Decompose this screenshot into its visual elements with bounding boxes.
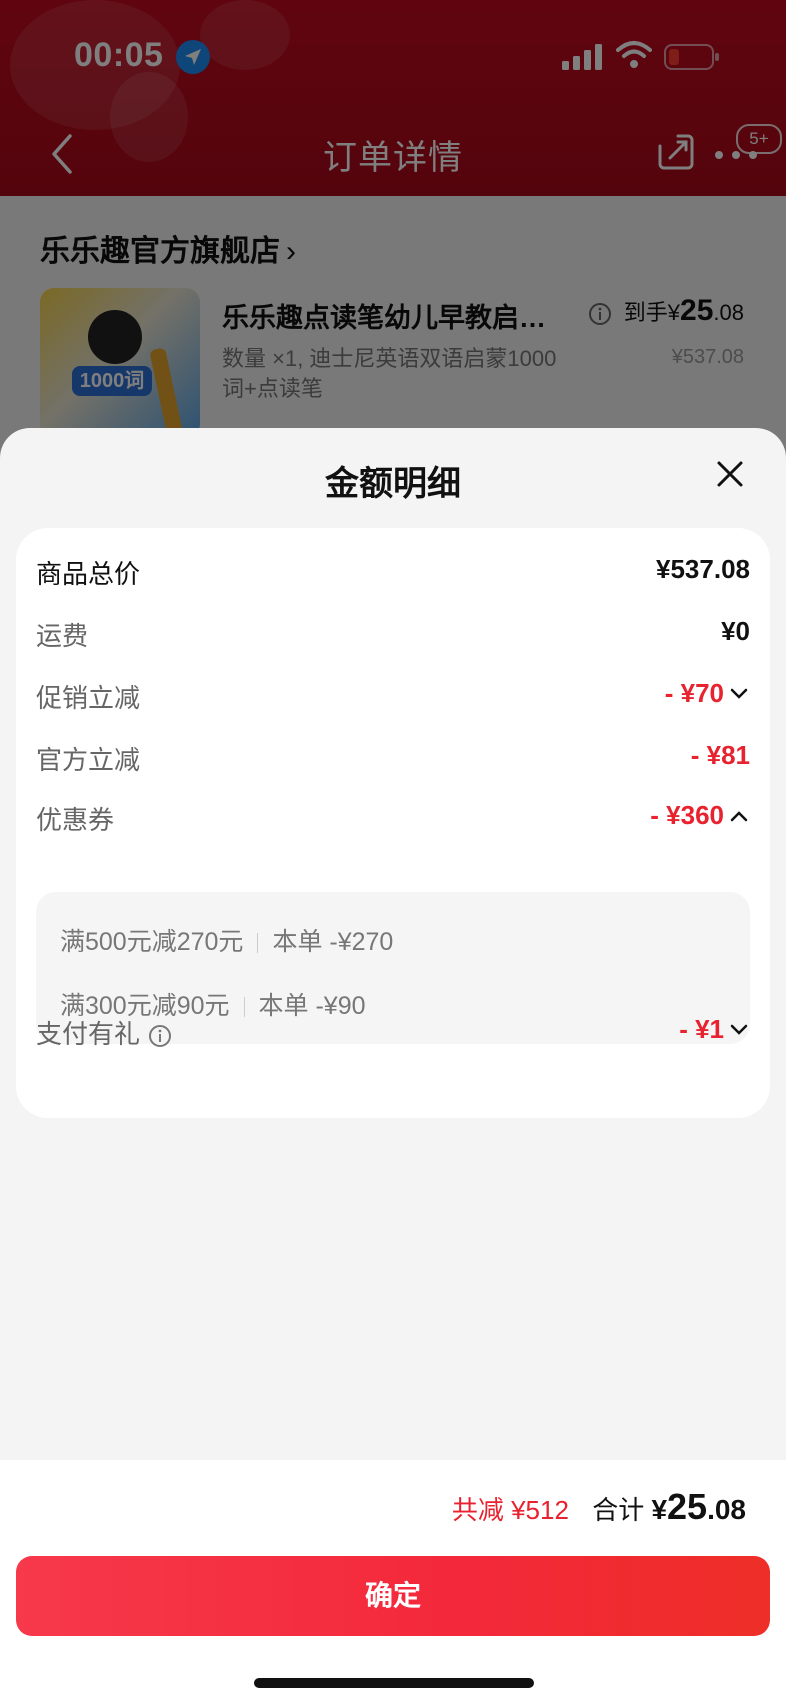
row-value: - ¥70: [664, 678, 724, 708]
coupon-item: 满500元减270元 本单 -¥270: [60, 922, 393, 958]
chevron-up-icon[interactable]: [730, 810, 748, 822]
row-payment-gift[interactable]: 支付有礼 - ¥1: [36, 1014, 750, 1054]
row-label: 运费: [36, 621, 89, 651]
row-label: 官方立减: [36, 745, 141, 775]
coupon-applied: 本单 -¥270: [272, 928, 394, 956]
row-shipping: 运费 ¥0: [36, 616, 750, 656]
row-value: - ¥81: [690, 740, 750, 770]
confirm-button[interactable]: 确定: [16, 1556, 770, 1636]
total-decimal: .08: [707, 1494, 746, 1525]
chevron-down-icon[interactable]: [730, 688, 748, 700]
row-label: 支付有礼: [36, 1014, 172, 1051]
amount-breakdown-card: 商品总价 ¥537.08 运费 ¥0 促销立减 - ¥70 官方立减 - ¥81…: [16, 528, 770, 1118]
total-integer: 25: [667, 1486, 708, 1527]
sheet-title: 金额明细: [325, 465, 461, 503]
row-official-discount: 官方立减 - ¥81: [36, 740, 750, 780]
row-promo-discount[interactable]: 促销立减 - ¥70: [36, 678, 750, 718]
row-coupon[interactable]: 优惠券 - ¥360: [36, 800, 750, 840]
coupon-rule: 满500元减270元: [60, 928, 244, 956]
row-label: 商品总价: [36, 559, 141, 589]
row-value: - ¥360: [650, 800, 724, 830]
row-value: ¥537.08: [656, 554, 750, 584]
row-goods-total: 商品总价 ¥537.08: [36, 554, 750, 594]
row-value: - ¥1: [679, 1014, 724, 1044]
divider: [257, 933, 259, 954]
chevron-down-icon[interactable]: [730, 1024, 748, 1036]
row-label: 优惠券: [36, 805, 115, 835]
row-value: ¥0: [721, 616, 750, 646]
total-amount: ¥25.08: [651, 1486, 746, 1527]
total-summary: 共减 ¥512 合计 ¥25.08: [452, 1486, 746, 1528]
total-label: 合计: [592, 1495, 645, 1525]
row-label: 促销立减: [36, 683, 141, 713]
home-indicator: [254, 1678, 534, 1688]
info-circle-icon[interactable]: [148, 1024, 172, 1048]
row-label-text: 支付有礼: [36, 1019, 141, 1049]
sheet-footer: 共减 ¥512 合计 ¥25.08 确定: [0, 1460, 786, 1704]
total-saved: 共减 ¥512: [451, 1495, 569, 1525]
total-currency: ¥: [651, 1494, 668, 1525]
close-icon[interactable]: [714, 458, 746, 490]
